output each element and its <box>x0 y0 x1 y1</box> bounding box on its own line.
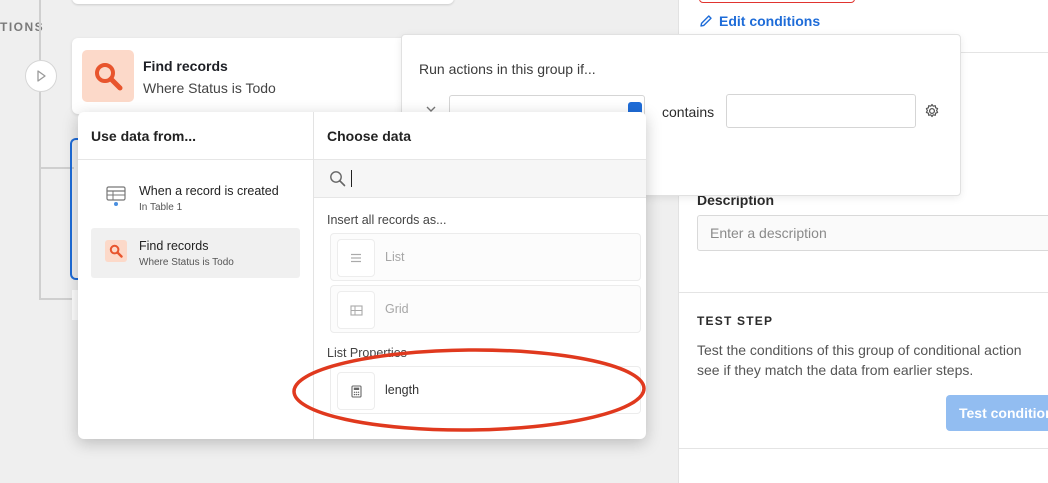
insert-section-label: Insert all records as... <box>327 213 447 227</box>
insert-as-list-option[interactable]: List <box>330 233 641 281</box>
source-item-find-records[interactable]: Find records Where Status is Todo <box>91 228 300 278</box>
text-caret <box>351 170 352 187</box>
choose-data-column: Choose data Insert all records as... Lis… <box>314 112 646 439</box>
insert-as-grid-option[interactable]: Grid <box>330 285 641 333</box>
test-step-desc-line: see if they match the data from earlier … <box>697 362 974 378</box>
test-step-description: Test the conditions of this group of con… <box>697 340 1048 380</box>
delete-button[interactable] <box>699 0 855 3</box>
source-title: Find records <box>139 239 209 253</box>
step-subtitle: Where Status is Todo <box>143 80 276 96</box>
source-subtitle: Where Status is Todo <box>139 257 234 268</box>
selected-step-outline <box>70 138 78 280</box>
play-icon <box>37 70 46 82</box>
table-trigger-icon <box>105 185 127 207</box>
condition-operator[interactable]: contains <box>662 104 714 120</box>
data-picker-dropdown: Use data from... When a record is create… <box>78 112 646 439</box>
data-source-column: Use data from... When a record is create… <box>78 112 314 439</box>
choose-data-header: Choose data <box>314 112 646 160</box>
section-label: TIONS <box>0 20 45 34</box>
gear-icon[interactable] <box>924 103 940 119</box>
data-search-input[interactable] <box>350 168 630 190</box>
test-step-title: TEST STEP <box>697 314 774 328</box>
grid-icon <box>337 291 375 329</box>
flow-branch <box>39 298 74 300</box>
use-data-from-header: Use data from... <box>78 112 313 160</box>
condition-value-input[interactable] <box>726 94 916 128</box>
flow-branch <box>39 167 74 169</box>
calculator-icon <box>337 372 375 410</box>
option-label: length <box>385 383 420 397</box>
previous-step-card[interactable] <box>72 0 454 4</box>
list-icon <box>337 239 375 277</box>
step-title: Find records <box>143 58 228 74</box>
test-step-desc-line: Test the conditions of this group of con… <box>697 342 1022 358</box>
option-label: List <box>385 250 405 264</box>
source-title: When a record is created <box>139 184 279 198</box>
option-label: Grid <box>385 302 409 316</box>
run-step-button[interactable] <box>25 60 57 92</box>
flow-connector <box>39 0 41 60</box>
pencil-icon <box>700 15 712 27</box>
test-conditions-button[interactable]: Test conditions <box>946 395 1048 431</box>
divider <box>679 292 1048 293</box>
description-input[interactable] <box>697 215 1048 251</box>
edit-conditions-link[interactable]: Edit conditions <box>699 13 820 29</box>
length-property-option[interactable]: length <box>330 366 641 414</box>
list-properties-label: List Properties <box>327 346 407 360</box>
search-icon <box>330 171 346 187</box>
edit-conditions-label: Edit conditions <box>719 13 821 29</box>
data-search-bar[interactable] <box>314 160 646 198</box>
divider <box>679 448 1048 449</box>
source-subtitle: In Table 1 <box>139 202 183 213</box>
search-icon <box>82 50 134 102</box>
flow-connector <box>39 92 41 300</box>
source-item-record-created[interactable]: When a record is created In Table 1 <box>91 173 300 223</box>
search-icon <box>105 240 127 262</box>
condition-heading: Run actions in this group if... <box>419 61 596 77</box>
